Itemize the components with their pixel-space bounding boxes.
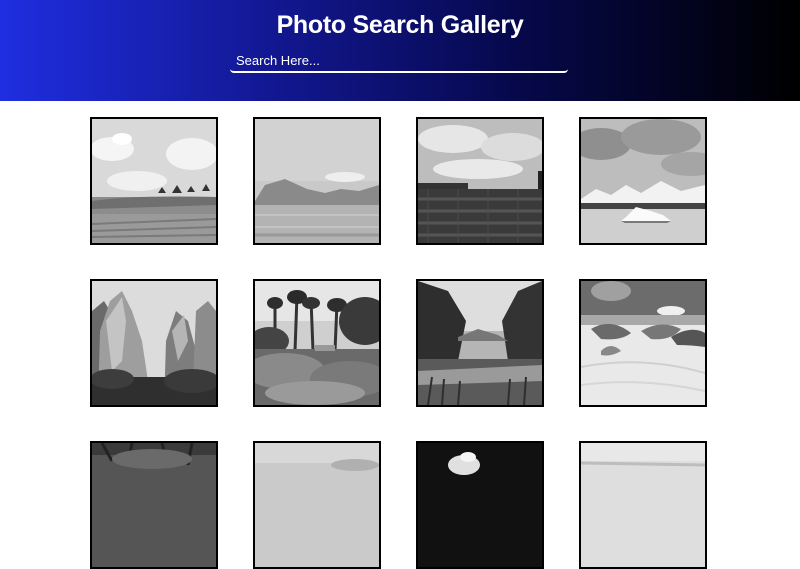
photo-tile[interactable]	[416, 279, 544, 407]
photo-tile[interactable]	[253, 441, 381, 569]
photo-tile[interactable]	[416, 441, 544, 569]
photo-tile[interactable]	[253, 279, 381, 407]
photo-tile[interactable]	[90, 441, 218, 569]
search-input[interactable]	[230, 52, 568, 73]
photo-image	[92, 281, 216, 405]
page-title: Photo Search Gallery	[276, 11, 524, 39]
photo-tile[interactable]	[579, 441, 707, 569]
photo-image	[255, 281, 379, 405]
search-bar	[230, 52, 568, 73]
photo-image	[581, 119, 705, 243]
photo-tile[interactable]	[253, 117, 381, 245]
photo-image	[418, 119, 542, 243]
photo-tile[interactable]	[579, 117, 707, 245]
photo-tile[interactable]	[416, 117, 544, 245]
photo-image	[418, 443, 542, 567]
photo-image	[581, 281, 705, 405]
photo-image	[418, 281, 542, 405]
photo-image	[581, 443, 705, 567]
photo-image	[255, 119, 379, 243]
photo-image	[92, 443, 216, 567]
photo-image	[92, 119, 216, 243]
photo-tile[interactable]	[90, 117, 218, 245]
photo-image	[255, 443, 379, 567]
photo-tile[interactable]	[579, 279, 707, 407]
photo-tile[interactable]	[90, 279, 218, 407]
header-banner: Photo Search Gallery	[0, 0, 800, 101]
